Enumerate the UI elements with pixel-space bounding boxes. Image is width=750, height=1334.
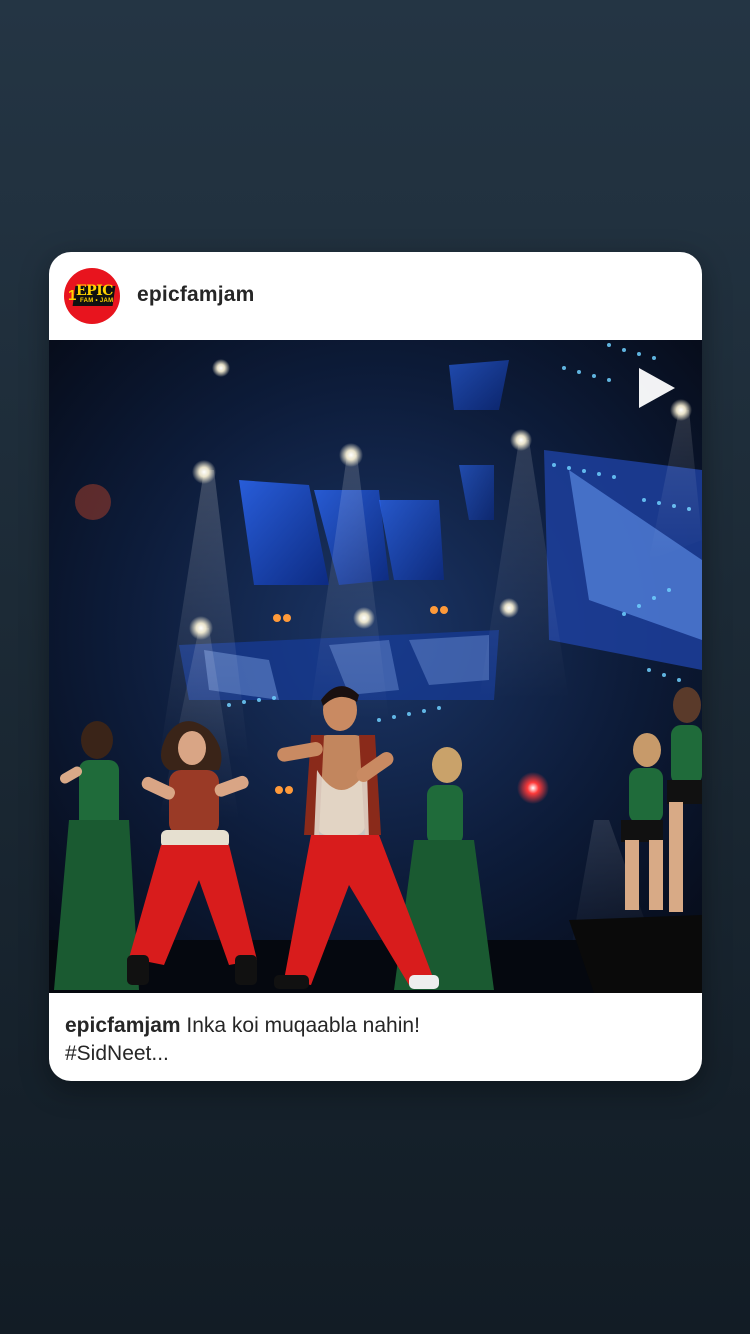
caption-text: Inka koi muqaabla nahin! [186, 1014, 420, 1037]
epic-famjam-logo-icon: 1 EPIC FAM • JAM [68, 283, 116, 306]
avatar[interactable]: 1 EPIC FAM • JAM [64, 268, 120, 324]
concert-stage-scene [49, 340, 702, 993]
caption-hashtag-more[interactable]: #SidNeet... [65, 1042, 169, 1065]
shared-post-card[interactable]: 1 EPIC FAM • JAM epicfamjam epicfamjam I… [49, 252, 702, 1081]
post-caption: epicfamjam Inka koi muqaabla nahin! #Sid… [65, 1012, 685, 1068]
caption-username[interactable]: epicfamjam [65, 1014, 181, 1037]
play-icon[interactable] [633, 366, 677, 410]
post-header: 1 EPIC FAM • JAM epicfamjam [49, 252, 702, 340]
post-media-video[interactable] [49, 340, 702, 993]
post-username[interactable]: epicfamjam [137, 283, 255, 307]
